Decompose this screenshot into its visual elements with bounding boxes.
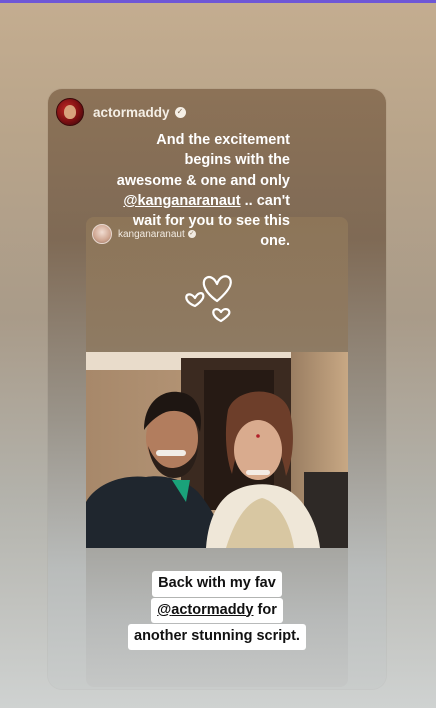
caption-line: Back with my fav xyxy=(152,571,282,597)
avatar[interactable] xyxy=(56,98,84,126)
outer-username[interactable]: actormaddy xyxy=(93,105,170,120)
selfie-photo[interactable] xyxy=(86,352,348,548)
caption-line: begins with the xyxy=(184,152,290,169)
outer-post-header[interactable]: actormaddy ✓ xyxy=(56,97,186,127)
mention-link[interactable]: @kanganaranaut xyxy=(123,193,240,209)
mention-link[interactable]: @actormaddy xyxy=(157,602,253,618)
outer-caption: And the excitement begins with the aweso… xyxy=(100,130,290,252)
verified-badge-icon: ✓ xyxy=(174,106,186,118)
story-progress-bar xyxy=(0,0,436,3)
caption-line: And the excitement xyxy=(156,132,290,148)
shared-post-caption: Back with my fav @actormaddy for another… xyxy=(86,570,348,650)
caption-line: wait for you to see this xyxy=(132,213,290,230)
avatar-face xyxy=(64,105,76,119)
caption-line: one. xyxy=(260,233,290,250)
shared-post-card[interactable]: kanganaranaut ✓ Back with my fav @actorm… xyxy=(86,217,348,687)
caption-line: awesome & one and only xyxy=(116,172,290,189)
caption-line: @actormaddy for xyxy=(151,597,283,623)
hearts-doodle-icon xyxy=(185,275,232,323)
caption-line: another stunning script. xyxy=(128,624,306,650)
caption-line: @kanganaranaut .. can't xyxy=(123,192,290,209)
